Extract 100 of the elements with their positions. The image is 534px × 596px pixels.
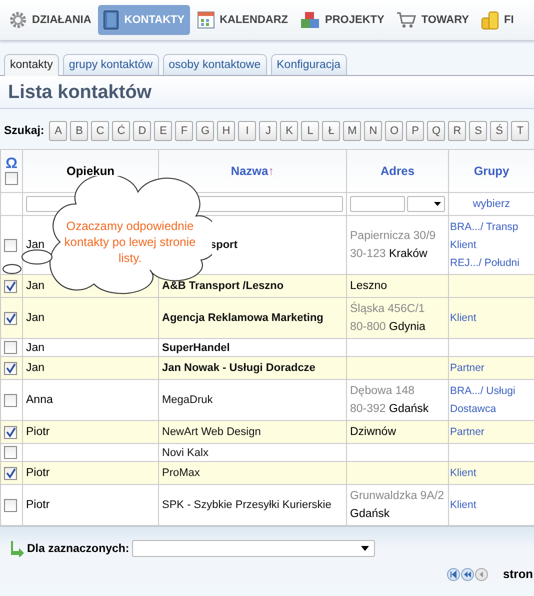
column-header: Opiekun <box>66 164 114 178</box>
owner-cell: Jan <box>26 342 45 354</box>
checkbox[interactable] <box>4 466 17 480</box>
street-text: Śląska 456C/1 <box>350 300 426 317</box>
group-link[interactable]: Klient <box>450 499 476 511</box>
checkbox[interactable] <box>4 394 17 406</box>
letter-button[interactable]: M <box>343 121 362 141</box>
group-link[interactable]: REJ.../ Południ <box>450 257 520 269</box>
letter-button[interactable]: Q <box>427 121 446 141</box>
filter-field[interactable] <box>350 196 405 212</box>
letter-button[interactable]: A <box>49 121 68 141</box>
bulk-action-dropdown[interactable] <box>132 540 376 557</box>
nav-tab[interactable]: TOWARY <box>391 5 474 35</box>
nav-tab[interactable]: KALENDARZ <box>192 5 294 35</box>
column-header[interactable]: Adres <box>380 164 414 178</box>
checkbox[interactable] <box>4 280 17 292</box>
first-page-icon[interactable] <box>447 568 460 580</box>
letter-button[interactable]: O <box>385 121 404 141</box>
tab[interactable]: Konfiguracja <box>270 54 347 75</box>
letter-button[interactable]: T <box>511 121 530 141</box>
arrow-icon <box>10 540 24 556</box>
coins-icon <box>481 10 499 30</box>
street-text: Dębowa 148 <box>350 384 416 399</box>
checkbox[interactable] <box>5 172 18 186</box>
owner-cell: Piotr <box>26 499 50 511</box>
checkbox[interactable] <box>4 238 17 252</box>
letter-button[interactable]: E <box>154 121 172 141</box>
contact-name: NewArt Web Design <box>162 426 261 438</box>
letter-button[interactable]: C <box>91 121 110 141</box>
calendar-icon <box>196 11 215 29</box>
postcode-text: 80-392 <box>350 403 386 415</box>
letter-button[interactable]: K <box>280 121 298 141</box>
nav-tab[interactable]: FI <box>476 5 519 35</box>
letter-button[interactable]: B <box>70 121 88 141</box>
letter-button[interactable]: Ś <box>490 121 508 141</box>
letter-button[interactable]: R <box>448 121 466 141</box>
page-title: Lista kontaktów <box>0 76 534 109</box>
owner-cell: Anna <box>26 394 53 406</box>
letter-button[interactable]: I <box>238 121 256 141</box>
city-text: Dziwnów <box>350 426 396 438</box>
letter-button[interactable]: P <box>406 121 424 141</box>
owner-cell: Jan <box>26 239 45 251</box>
group-link[interactable]: BRA.../ Transp <box>450 221 518 233</box>
letter-button[interactable]: L <box>301 121 320 141</box>
contact-name: MegaDruk <box>162 394 213 406</box>
nav-tab[interactable]: DZIAŁANIA <box>4 5 96 35</box>
group-link[interactable]: Klient <box>450 239 476 251</box>
contact-name: A&B Transport /Leszno <box>162 280 284 292</box>
bulk-action-label: Dla zaznaczonych: <box>27 542 130 554</box>
search-label: Szukaj: <box>4 125 44 137</box>
letter-button[interactable]: G <box>196 121 214 141</box>
tab[interactable]: grupy kontaktów <box>62 54 159 75</box>
group-link[interactable]: BRA.../ Usługi <box>450 385 516 397</box>
letter-button[interactable]: F <box>175 121 194 141</box>
contact-name: SuperHandel <box>162 342 230 354</box>
letter-button[interactable]: H <box>217 121 236 141</box>
rewind-icon[interactable] <box>461 568 474 580</box>
column-header[interactable]: Grupy <box>474 164 510 178</box>
street-text: Papiernicza 30/9 <box>350 229 437 244</box>
owner-cell: Jan <box>26 312 45 324</box>
letter-button[interactable]: Ć <box>112 121 130 141</box>
caret-icon <box>361 546 370 551</box>
letter-button[interactable]: S <box>469 121 488 141</box>
nav-tab[interactable]: PROJEKTY <box>295 5 390 35</box>
caret-icon <box>434 202 441 206</box>
group-link[interactable]: Dostawca <box>450 403 496 415</box>
cart-icon <box>396 11 416 29</box>
owner-cell: Jan <box>26 362 45 374</box>
checkbox[interactable] <box>4 446 17 459</box>
letter-button[interactable]: J <box>259 121 278 141</box>
contact-name: ProMax <box>162 467 200 479</box>
street-text: Grunwaldzka 9A/2 <box>350 489 445 504</box>
filter-dropdown[interactable] <box>407 196 445 212</box>
city-text: Gdańsk <box>389 403 429 415</box>
postcode-text: 30-123 <box>350 248 386 260</box>
city-text: Gdańsk <box>350 508 390 520</box>
checkbox[interactable] <box>4 312 17 324</box>
column-header[interactable]: Nazwa↑ <box>230 164 274 178</box>
owner-cell: Piotr <box>26 426 50 438</box>
checkbox[interactable] <box>4 341 17 354</box>
group-link[interactable]: Klient <box>450 467 476 479</box>
city-text: Kraków <box>389 248 428 260</box>
tab[interactable]: kontakty <box>4 54 59 76</box>
tab[interactable]: osoby kontaktowe <box>162 54 267 75</box>
contact-name: Jan Nowak - Usługi Doradcze <box>162 362 316 374</box>
letter-button[interactable]: N <box>364 121 382 141</box>
checkbox[interactable] <box>4 426 17 438</box>
owner-cell: Jan <box>26 280 45 292</box>
group-link[interactable]: Klient <box>450 312 476 324</box>
callout-text: Ozaczamy odpowiednie kontakty po lewej stronie listy. <box>63 218 197 266</box>
letter-button[interactable]: D <box>133 121 152 141</box>
checkbox[interactable] <box>4 362 17 374</box>
gear-icon <box>9 11 27 29</box>
previous-icon[interactable] <box>475 568 488 580</box>
letter-button[interactable]: Ł <box>322 121 340 141</box>
cubes-icon <box>300 11 320 29</box>
contact-name: Novi Kalx <box>162 446 208 458</box>
checkbox[interactable] <box>4 498 17 512</box>
owner-cell: Piotr <box>26 467 50 479</box>
postcode-text: 80-800 <box>350 321 386 333</box>
